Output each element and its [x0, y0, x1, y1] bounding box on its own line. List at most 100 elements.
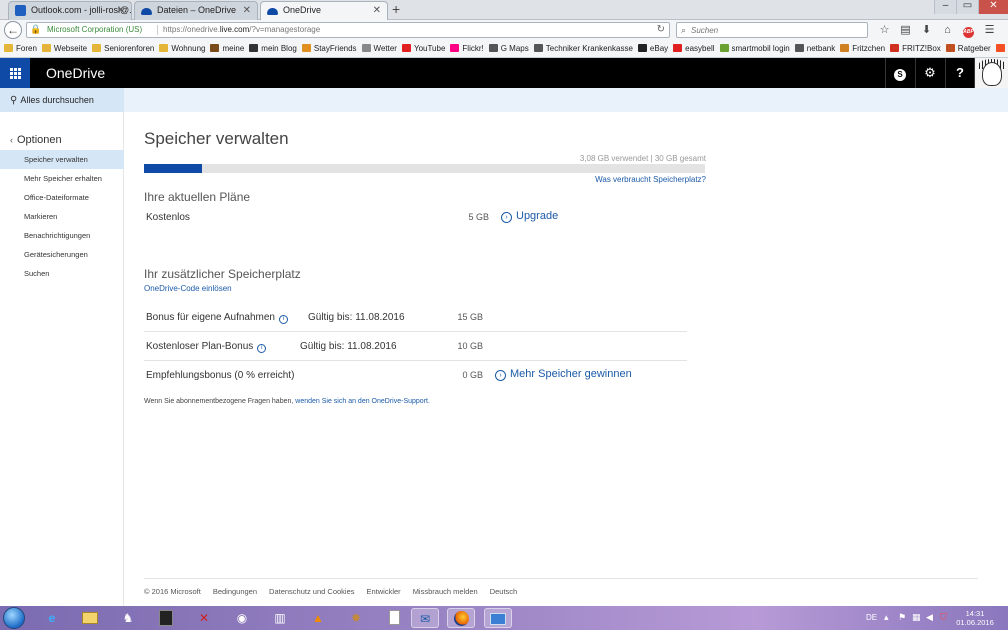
- copyright: © 2016 Microsoft: [144, 587, 201, 596]
- settings-button[interactable]: ⚙: [915, 58, 944, 88]
- bookmark-item[interactable]: G Maps: [488, 40, 529, 57]
- network-icon[interactable]: ▦: [912, 612, 921, 623]
- tool-icon[interactable]: ✕: [190, 608, 218, 628]
- footer-link[interactable]: Deutsch: [490, 579, 518, 605]
- browser-search-box[interactable]: ⌕: [676, 22, 868, 38]
- search-all-button[interactable]: ⚲ Alles durchsuchen: [0, 88, 124, 112]
- home-icon[interactable]: ⌂: [937, 20, 958, 40]
- help-icon: ?: [956, 65, 964, 80]
- bookmark-item[interactable]: Seniorenforen: [92, 40, 154, 57]
- adblock-icon[interactable]: ABP: [958, 20, 979, 40]
- certificate-org[interactable]: Microsoft Corporation (US): [47, 23, 142, 37]
- sidebar-heading[interactable]: ‹ Optionen: [10, 134, 62, 146]
- menu-icon[interactable]: ☰: [979, 20, 1000, 40]
- what-uses-storage-link[interactable]: Was verbraucht Speicherplatz?: [505, 175, 706, 184]
- upgrade-link[interactable]: › Upgrade: [501, 210, 558, 223]
- ie-icon[interactable]: e: [38, 608, 66, 628]
- game-icon[interactable]: ♞: [114, 608, 142, 628]
- system-clock[interactable]: 14:31 01.06.2016: [952, 609, 998, 627]
- tab-onedrive[interactable]: OneDrive ✕: [260, 1, 388, 21]
- clock-time: 14:31: [965, 609, 985, 618]
- footer-link[interactable]: Missbrauch melden: [413, 579, 478, 605]
- bookmark-item[interactable]: Fritzchen: [840, 40, 885, 57]
- extra-storage-name: Bonus für eigene Aufnahmen i: [146, 312, 288, 324]
- avatar[interactable]: [974, 58, 1008, 88]
- app-brand[interactable]: OneDrive: [46, 58, 105, 88]
- explorer-icon[interactable]: [76, 608, 104, 628]
- info-icon[interactable]: i: [257, 344, 267, 353]
- bookmark-item[interactable]: meine: [210, 40, 244, 57]
- help-button[interactable]: ?: [945, 58, 974, 88]
- minimize-button[interactable]: –: [934, 0, 956, 14]
- footer-link[interactable]: Datenschutz und Cookies: [269, 579, 354, 605]
- redeem-code-link[interactable]: OneDrive-Code einlösen: [144, 284, 232, 293]
- thunderbird-icon[interactable]: ✉: [411, 608, 439, 628]
- sidebar-item[interactable]: Speicher verwalten: [0, 150, 124, 169]
- bookmark-item[interactable]: Wohnung: [159, 40, 205, 57]
- close-icon[interactable]: ✕: [117, 2, 125, 19]
- reading-list-icon[interactable]: ▤: [895, 20, 916, 40]
- get-more-storage-link[interactable]: › Mehr Speicher gewinnen: [495, 368, 632, 381]
- bookmark-item[interactable]: FRITZ!Box: [890, 40, 941, 57]
- bookmark-item[interactable]: netbank: [794, 40, 835, 57]
- support-link[interactable]: wenden Sie sich an den OneDrive-Support.: [295, 398, 430, 405]
- gimp-icon[interactable]: ✹: [342, 608, 370, 628]
- bookmark-item[interactable]: Wetter: [361, 40, 397, 57]
- command-bar: ⚲ Alles durchsuchen: [0, 88, 1008, 112]
- bookmark-icon: [488, 44, 498, 52]
- sidebar-item[interactable]: Suchen: [0, 264, 124, 283]
- firefox-icon[interactable]: [447, 608, 475, 628]
- bookmark-item[interactable]: Foren: [4, 40, 37, 57]
- shield-icon[interactable]: ⛉: [940, 612, 947, 623]
- input-language[interactable]: DE: [866, 606, 877, 630]
- skype-button[interactable]: S: [885, 58, 914, 88]
- extra-storage-size: 10 GB: [457, 341, 483, 351]
- bookmark-item[interactable]: easybell: [673, 40, 715, 57]
- sidebar-item[interactable]: Office-Dateiformate: [0, 188, 124, 207]
- info-icon[interactable]: i: [278, 315, 288, 324]
- maximize-button[interactable]: ▭: [956, 0, 978, 14]
- document-icon[interactable]: [380, 608, 408, 628]
- bookmark-item[interactable]: Flickr!: [450, 40, 484, 57]
- new-tab-button[interactable]: +: [392, 0, 400, 18]
- back-button[interactable]: ←: [4, 21, 22, 39]
- sidebar-item[interactable]: Gerätesicherungen: [0, 245, 124, 264]
- flag-icon[interactable]: ⚑: [898, 612, 906, 623]
- sidebar-item[interactable]: Markieren: [0, 207, 124, 226]
- bookmark-item[interactable]: Techniker Krankenkasse: [533, 40, 633, 57]
- bookmark-icon: [301, 44, 311, 52]
- address-bar[interactable]: 🔒 Microsoft Corporation (US) https://one…: [26, 22, 670, 38]
- bookmark-star-icon[interactable]: ☆: [874, 20, 895, 40]
- close-icon[interactable]: ✕: [243, 2, 251, 19]
- bookmark-item[interactable]: StayFriends: [301, 40, 357, 57]
- bookmark-item[interactable]: mein Blog: [249, 40, 297, 57]
- close-icon[interactable]: ✕: [373, 2, 381, 19]
- sidebar-item[interactable]: Mehr Speicher erhalten: [0, 169, 124, 188]
- footer-link[interactable]: Entwickler: [367, 579, 401, 605]
- bookmark-item[interactable]: smartmobil login: [719, 40, 790, 57]
- volume-icon[interactable]: ◀: [926, 612, 933, 623]
- plan-row: Kostenlos 5 GB › Upgrade: [144, 210, 558, 226]
- app-launcher-icon[interactable]: [0, 58, 30, 88]
- tab-dateien[interactable]: Dateien – OneDrive ✕: [134, 1, 258, 20]
- start-button[interactable]: [3, 607, 25, 629]
- library-icon[interactable]: ▥: [266, 608, 294, 628]
- globe-icon[interactable]: ◉: [228, 608, 256, 628]
- browser-search-input[interactable]: [691, 23, 861, 37]
- url-text[interactable]: https://onedrive.live.com/?v=managestora…: [163, 23, 320, 37]
- tab-outlook[interactable]: Outlook.com - jolli-rosi@... ✕: [8, 1, 132, 20]
- bookmark-item[interactable]: eBay: [637, 40, 668, 57]
- video-editor-icon[interactable]: [152, 608, 180, 628]
- footer-link[interactable]: Bedingungen: [213, 579, 257, 605]
- network-monitor-icon[interactable]: [484, 608, 512, 628]
- download-icon[interactable]: ⬇: [916, 20, 937, 40]
- reload-icon[interactable]: ↻: [657, 23, 665, 37]
- bookmark-item[interactable]: YouTube: [401, 40, 445, 57]
- bookmark-item[interactable]: Outlook: [995, 40, 1008, 57]
- bookmark-item[interactable]: Ratgeber: [945, 40, 991, 57]
- bookmark-item[interactable]: Webseite: [41, 40, 87, 57]
- vlc-icon[interactable]: ▲: [304, 608, 332, 628]
- tray-arrow-icon[interactable]: ▴: [884, 612, 889, 623]
- sidebar-item[interactable]: Benachrichtigungen: [0, 226, 124, 245]
- window-close-button[interactable]: ✕: [978, 0, 1008, 14]
